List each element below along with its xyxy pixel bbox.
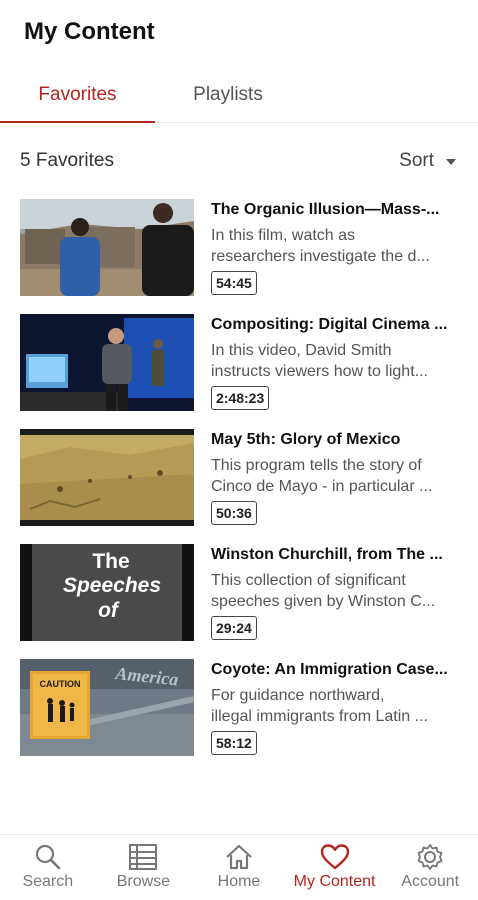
nav-my-content[interactable]: My Content xyxy=(287,835,383,900)
description-line: Cinco de Mayo - in particular ... xyxy=(211,478,433,495)
thumbnail-text: The xyxy=(92,550,129,573)
nav-label: Account xyxy=(401,873,460,890)
list-item[interactable]: The Speeches of Winston Churchill, from … xyxy=(20,544,458,659)
heart-icon xyxy=(320,844,349,870)
description-line: For guidance northward, xyxy=(211,687,385,704)
description-line: researchers investigate the d... xyxy=(211,248,430,265)
nav-search[interactable]: Search xyxy=(0,835,96,900)
tab-bar: Favorites Playlists xyxy=(0,70,478,123)
video-thumbnail xyxy=(20,199,194,296)
favorites-count: 5 Favorites xyxy=(20,150,114,171)
video-description: In this film, watch as researchers inves… xyxy=(211,225,458,267)
thumbnail-image xyxy=(20,199,194,296)
list-item[interactable]: The Organic Illusion—Mass-... In this fi… xyxy=(20,199,458,314)
nav-label: Home xyxy=(217,873,261,890)
video-description: For guidance northward, illegal immigran… xyxy=(211,685,458,727)
duration-badge: 29:24 xyxy=(211,616,257,640)
nav-label: My Content xyxy=(293,873,376,890)
home-icon xyxy=(226,844,252,870)
sort-label: Sort xyxy=(399,150,434,171)
duration-badge: 2:48:23 xyxy=(211,386,270,410)
video-description: This collection of significant speeches … xyxy=(211,570,458,612)
app-screen: My Content Favorites Playlists 5 Favorit… xyxy=(0,0,478,900)
search-icon xyxy=(35,844,61,870)
video-description: In this video, David Smith instructs vie… xyxy=(211,340,458,382)
description-line: This collection of significant xyxy=(211,572,406,589)
thumbnail-image xyxy=(20,429,194,526)
nav-label: Search xyxy=(22,873,74,890)
description-line: In this video, David Smith xyxy=(211,342,392,359)
video-title: Winston Churchill, from The ... xyxy=(211,546,443,563)
duration-badge: 58:12 xyxy=(211,731,257,755)
video-title: The Organic Illusion—Mass-... xyxy=(211,201,440,218)
nav-home[interactable]: Home xyxy=(191,835,287,900)
thumbnail-text: of xyxy=(98,599,120,622)
tab-playlists[interactable]: Playlists xyxy=(155,70,301,122)
list-toolbar: 5 Favorites Sort xyxy=(0,123,478,199)
caret-down-icon xyxy=(446,159,456,165)
video-title: May 5th: Glory of Mexico xyxy=(211,431,401,448)
video-title: Coyote: An Immigration Case... xyxy=(211,661,448,678)
video-title: Compositing: Digital Cinema ... xyxy=(211,316,448,333)
video-thumbnail xyxy=(20,429,194,526)
thumbnail-image xyxy=(20,314,194,411)
list-item[interactable]: Compositing: Digital Cinema ... In this … xyxy=(20,314,458,429)
page-title: My Content xyxy=(24,18,155,45)
video-thumbnail: America CAUTION xyxy=(20,659,194,756)
gear-icon xyxy=(417,844,443,870)
thumbnail-image: The Speeches of xyxy=(20,544,194,641)
description-line: speeches given by Winston C... xyxy=(211,593,436,610)
tab-favorites[interactable]: Favorites xyxy=(0,70,155,123)
video-description: This program tells the story of Cinco de… xyxy=(211,455,458,497)
video-thumbnail: The Speeches of xyxy=(20,544,194,641)
video-thumbnail xyxy=(20,314,194,411)
browse-icon xyxy=(129,844,158,870)
nav-browse[interactable]: Browse xyxy=(96,835,192,900)
thumbnail-text: Speeches xyxy=(63,574,161,597)
header: My Content xyxy=(0,0,478,70)
description-line: instructs viewers how to light... xyxy=(211,363,428,380)
nav-account[interactable]: Account xyxy=(382,835,478,900)
nav-label: Browse xyxy=(116,873,171,890)
sort-button[interactable]: Sort xyxy=(399,150,456,172)
list-item[interactable]: May 5th: Glory of Mexico This program te… xyxy=(20,429,458,544)
thumbnail-text: CAUTION xyxy=(40,679,81,689)
description-line: illegal immigrants from Latin ... xyxy=(211,708,428,725)
favorites-list: The Organic Illusion—Mass-... In this fi… xyxy=(0,199,478,774)
list-item[interactable]: America CAUTION Coyote: An Immigration C… xyxy=(20,659,458,774)
thumbnail-image: America CAUTION xyxy=(20,659,194,756)
bottom-navigation: Search Browse Home My Content Account xyxy=(0,834,478,900)
duration-badge: 54:45 xyxy=(211,271,257,295)
description-line: In this film, watch as xyxy=(211,227,356,244)
description-line: This program tells the story of xyxy=(211,457,422,474)
duration-badge: 50:36 xyxy=(211,501,257,525)
